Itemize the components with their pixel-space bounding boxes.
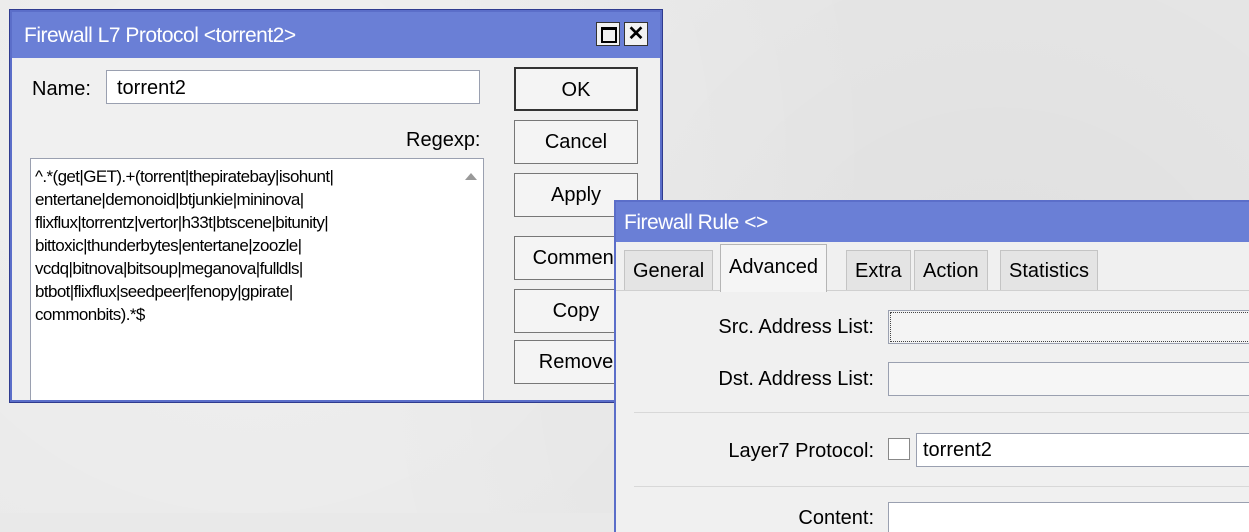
window-title: Firewall Rule <> [624, 211, 768, 234]
tab-panel-divider [616, 290, 1249, 291]
content-label: Content: [798, 507, 874, 529]
regexp-label: Regexp: [406, 129, 481, 151]
regexp-text: ^.*(get|GET).+(torrent|thepiratebay|isoh… [35, 167, 334, 324]
name-label: Name: [32, 78, 91, 100]
layer7-protocol-label: Layer7 Protocol: [728, 440, 874, 462]
regexp-textarea[interactable]: ^.*(get|GET).+(torrent|thepiratebay|isoh… [30, 158, 484, 400]
vertical-scrollbar[interactable] [457, 159, 483, 400]
section-divider [634, 412, 1249, 413]
name-input[interactable]: torrent2 [106, 70, 480, 104]
tab-bar: General Advanced Extra Action Statistics [616, 244, 1249, 292]
window-title: Firewall L7 Protocol <torrent2> [24, 24, 296, 47]
content-input[interactable] [888, 502, 1249, 532]
tab-general[interactable]: General [624, 250, 714, 290]
layer7-protocol-input[interactable]: torrent2 [916, 433, 1249, 467]
tab-extra[interactable]: Extra [846, 250, 911, 290]
maximize-icon[interactable] [596, 22, 620, 46]
tab-action[interactable]: Action [914, 250, 988, 290]
scroll-up-icon[interactable] [465, 173, 477, 180]
section-divider [634, 486, 1249, 487]
dst-address-list-label: Dst. Address List: [718, 368, 874, 390]
layer7-negate-checkbox[interactable] [888, 438, 910, 460]
window-titlebar[interactable]: Firewall L7 Protocol <torrent2> ✕ [12, 12, 660, 58]
window-titlebar[interactable]: Firewall Rule <> [616, 202, 1249, 242]
l7-protocol-window: Firewall L7 Protocol <torrent2> ✕ Name: … [10, 10, 662, 402]
src-address-list-label: Src. Address List: [718, 316, 874, 338]
close-icon[interactable]: ✕ [624, 22, 648, 46]
tab-advanced[interactable]: Advanced [720, 244, 827, 292]
firewall-rule-window: Firewall Rule <> General Advanced Extra … [614, 200, 1249, 532]
cancel-button[interactable]: Cancel [514, 120, 638, 164]
ok-button[interactable]: OK [514, 67, 638, 111]
src-address-list-input[interactable] [888, 310, 1249, 344]
dst-address-list-input[interactable] [888, 362, 1249, 396]
tab-statistics[interactable]: Statistics [1000, 250, 1099, 290]
